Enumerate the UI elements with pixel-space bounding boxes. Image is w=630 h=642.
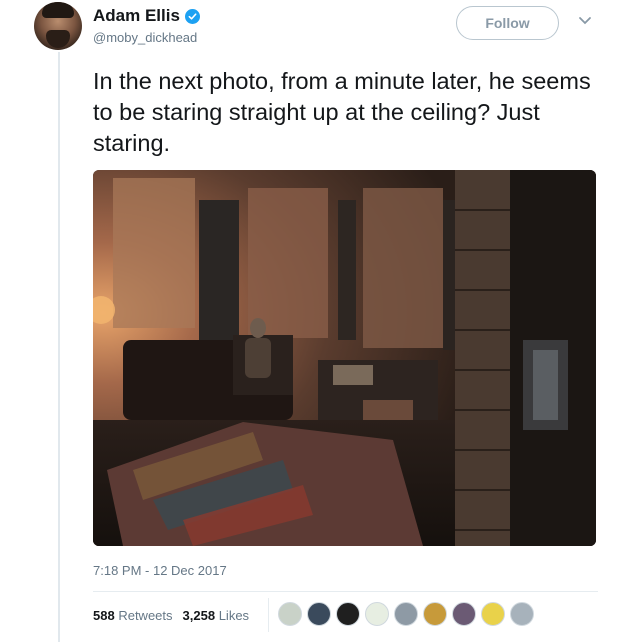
liker-avatar[interactable] xyxy=(452,602,476,626)
avatar-beard xyxy=(46,30,70,48)
author-handle[interactable]: @moby_dickhead xyxy=(93,30,197,45)
liker-avatar[interactable] xyxy=(307,602,331,626)
retweets-stat[interactable]: 588 Retweets xyxy=(93,608,173,623)
follow-button[interactable]: Follow xyxy=(456,6,559,40)
thread-line xyxy=(58,52,60,642)
tweet-text: In the next photo, from a minute later, … xyxy=(93,68,591,156)
liker-avatar[interactable] xyxy=(336,602,360,626)
likes-label: Likes xyxy=(218,608,250,623)
liker-avatar[interactable] xyxy=(510,602,534,626)
chevron-down-icon[interactable] xyxy=(578,16,592,26)
retweets-label: Retweets xyxy=(118,608,173,623)
tweet-stats: 588 Retweets 3,258 Likes xyxy=(93,608,259,623)
likes-count: 3,258 xyxy=(182,608,216,623)
retweets-count: 588 xyxy=(93,608,115,623)
likes-stat[interactable]: 3,258 Likes xyxy=(183,608,250,623)
tweet-photo[interactable] xyxy=(93,170,596,546)
liker-avatar[interactable] xyxy=(278,602,302,626)
liker-avatars xyxy=(278,602,539,626)
verified-badge-icon xyxy=(184,8,200,24)
liker-avatar[interactable] xyxy=(365,602,389,626)
author-name-row[interactable]: Adam Ellis xyxy=(93,6,200,26)
avatar-hair xyxy=(42,2,74,18)
divider xyxy=(93,591,598,592)
tweet-timestamp[interactable]: 7:18 PM - 12 Dec 2017 xyxy=(93,563,227,578)
liker-avatar[interactable] xyxy=(423,602,447,626)
stats-divider xyxy=(268,598,269,632)
author-name[interactable]: Adam Ellis xyxy=(93,6,180,26)
author-avatar[interactable] xyxy=(34,2,82,50)
liker-avatar[interactable] xyxy=(481,602,505,626)
liker-avatar[interactable] xyxy=(394,602,418,626)
